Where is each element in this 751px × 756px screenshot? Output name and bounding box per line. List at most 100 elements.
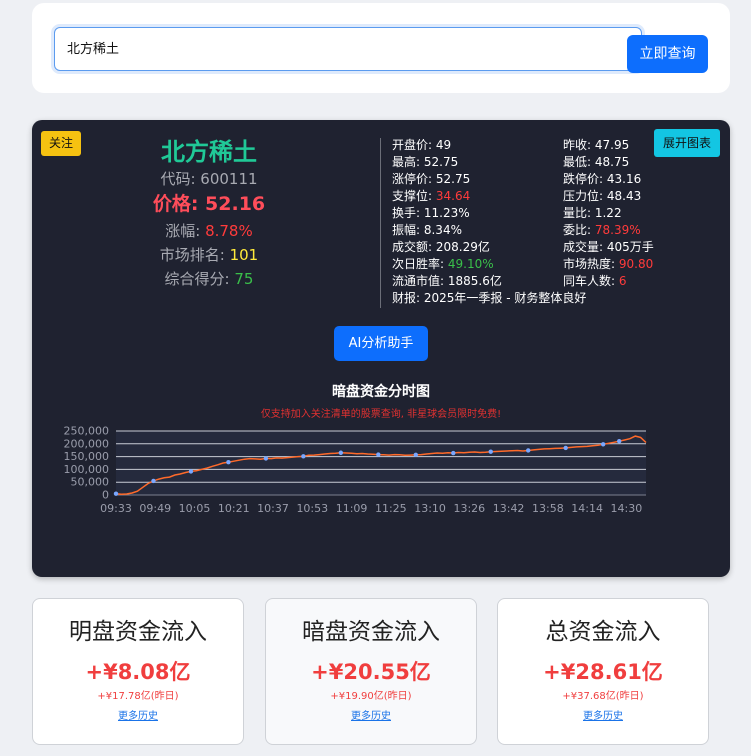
data-point bbox=[376, 452, 381, 457]
dark-pool-chart: 050,000100,000150,000200,000250,000 09:33… bbox=[64, 425, 647, 515]
y-tick-label: 250,000 bbox=[64, 425, 110, 438]
x-tick-label: 13:58 bbox=[532, 502, 564, 515]
ai-assistant-button[interactable]: AI分析助手 bbox=[334, 326, 428, 361]
metric-label: 振幅: bbox=[392, 223, 424, 237]
metric-value: 8.34% bbox=[423, 223, 462, 237]
x-tick-label: 11:25 bbox=[375, 502, 407, 515]
metric-label: 量比: bbox=[563, 206, 595, 220]
follow-button[interactable]: 关注 bbox=[41, 131, 81, 156]
search-input[interactable] bbox=[54, 27, 642, 71]
metric-label: 流通市值: bbox=[392, 274, 448, 288]
y-tick-label: 100,000 bbox=[64, 463, 110, 476]
flow-title: 总资金流入 bbox=[545, 619, 661, 645]
change-label: 涨幅: bbox=[165, 222, 206, 240]
metric-label: 支撑位: bbox=[392, 189, 436, 203]
plot-area bbox=[116, 431, 646, 495]
metric-label: 成交额: bbox=[392, 240, 436, 254]
y-tick-label: 150,000 bbox=[64, 450, 110, 463]
dark-flow-card: 暗盘资金流入 +¥20.55亿 +¥19.90亿(昨日) 更多历史 bbox=[265, 598, 477, 745]
metric-label: 开盘价: bbox=[392, 138, 436, 152]
data-point bbox=[600, 442, 606, 447]
change-row: 涨幅: 8.78% bbox=[112, 219, 306, 243]
x-tick-label: 14:30 bbox=[611, 502, 643, 515]
metric-value: 52.75 bbox=[435, 172, 471, 186]
metric-item: 振幅: 8.34% bbox=[392, 222, 462, 239]
metric-item: 跌停价: 43.16 bbox=[563, 171, 641, 188]
metric-item: 支撑位: 34.64 bbox=[392, 188, 470, 205]
metric-label: 最高: bbox=[392, 155, 424, 169]
code-value: 600111 bbox=[200, 170, 258, 188]
more-history-link[interactable]: 更多历史 bbox=[351, 710, 391, 724]
metric-item: 市场热度: 90.80 bbox=[563, 256, 653, 273]
stock-name: 北方稀土 bbox=[161, 138, 257, 166]
metric-label: 换手: bbox=[392, 206, 424, 220]
flow-value: +¥20.55亿 bbox=[311, 660, 431, 684]
metric-label: 同车人数: bbox=[563, 274, 619, 288]
metric-value: 208.29亿 bbox=[435, 240, 490, 254]
data-point bbox=[263, 456, 269, 461]
chart-title: 暗盘资金分时图 bbox=[332, 384, 430, 400]
x-tick-label: 09:49 bbox=[139, 502, 171, 515]
metric-value: 47.95 bbox=[594, 138, 630, 152]
x-tick-label: 10:37 bbox=[257, 502, 289, 515]
stock-price: 价格: 52.16 bbox=[112, 190, 306, 219]
metric-item: 成交量: 405万手 bbox=[563, 239, 654, 256]
more-history-link[interactable]: 更多历史 bbox=[583, 710, 623, 724]
metric-item: 压力位: 48.43 bbox=[563, 188, 641, 205]
metric-item: 最高: 52.75 bbox=[392, 154, 458, 171]
metric-item: 委比: 78.39% bbox=[563, 222, 641, 239]
metric-value: 49.10% bbox=[447, 257, 494, 271]
x-tick-label: 10:21 bbox=[218, 502, 250, 515]
metric-value: 48.43 bbox=[606, 189, 642, 203]
search-panel: 立即查询 bbox=[32, 3, 730, 93]
more-history-link[interactable]: 更多历史 bbox=[118, 710, 158, 724]
metric-value: 78.39% bbox=[594, 223, 641, 237]
data-point bbox=[526, 448, 531, 453]
open-flow-card: 明盘资金流入 +¥8.08亿 +¥17.78亿(昨日) 更多历史 bbox=[32, 598, 244, 745]
y-tick-label: 0 bbox=[102, 489, 109, 502]
flow-value: +¥28.61亿 bbox=[543, 660, 663, 684]
price-value: 52.16 bbox=[205, 193, 266, 215]
metric-value: 6 bbox=[618, 274, 627, 288]
metric-item: 最低: 48.75 bbox=[563, 154, 629, 171]
rank-value: 101 bbox=[229, 246, 259, 264]
data-point bbox=[451, 450, 456, 456]
metric-item: 量比: 1.22 bbox=[563, 205, 622, 222]
metric-item: 开盘价: 49 bbox=[392, 137, 451, 154]
rank-label: 市场排名: bbox=[159, 246, 230, 264]
data-point bbox=[338, 450, 344, 455]
metric-value: 48.75 bbox=[594, 155, 630, 169]
metric-value: 34.64 bbox=[435, 189, 471, 203]
price-label: 价格: bbox=[152, 193, 206, 215]
metric-value: 1.22 bbox=[594, 206, 622, 220]
score-row: 综合得分: 75 bbox=[112, 267, 306, 291]
metric-value: 52.75 bbox=[423, 155, 459, 169]
score-value: 75 bbox=[234, 270, 254, 288]
total-flow-card: 总资金流入 +¥28.61亿 +¥37.68亿(昨日) 更多历史 bbox=[497, 598, 709, 745]
metric-item: 涨停价: 52.75 bbox=[392, 171, 470, 188]
metric-label: 跌停价: bbox=[563, 172, 607, 186]
metric-label: 财报: bbox=[392, 291, 424, 305]
metric-item: 流通市值: 1885.6亿 bbox=[392, 273, 502, 290]
metric-label: 昨收: bbox=[563, 138, 595, 152]
metric-label: 涨停价: bbox=[392, 172, 436, 186]
data-point bbox=[113, 491, 119, 496]
stock-summary: 北方稀土 代码: 600111 价格: 52.16 涨幅: 8.78% 市场排名… bbox=[112, 136, 306, 291]
data-point bbox=[188, 469, 194, 474]
flow-value: +¥8.08亿 bbox=[85, 660, 191, 684]
x-tick-label: 10:05 bbox=[179, 502, 211, 515]
metric-label: 压力位: bbox=[563, 189, 607, 203]
chart-subtitle: 仅支持加入关注清单的股票查询, 非星球会员限时免费! bbox=[260, 409, 502, 420]
query-button[interactable]: 立即查询 bbox=[627, 35, 708, 73]
metric-value: 1885.6亿 bbox=[447, 274, 502, 288]
expand-chart-button[interactable]: 展开图表 bbox=[654, 129, 720, 157]
flow-previous: +¥17.78亿(昨日) bbox=[97, 691, 179, 702]
x-tick-label: 13:42 bbox=[493, 502, 525, 515]
data-point bbox=[563, 445, 568, 451]
stock-code: 代码: 600111 bbox=[112, 168, 306, 190]
flow-previous: +¥37.68亿(昨日) bbox=[562, 691, 644, 702]
y-tick-label: 50,000 bbox=[71, 476, 110, 489]
metric-label: 最低: bbox=[563, 155, 595, 169]
metric-label: 成交量: bbox=[563, 240, 607, 254]
metric-item: 换手: 11.23% bbox=[392, 205, 470, 222]
